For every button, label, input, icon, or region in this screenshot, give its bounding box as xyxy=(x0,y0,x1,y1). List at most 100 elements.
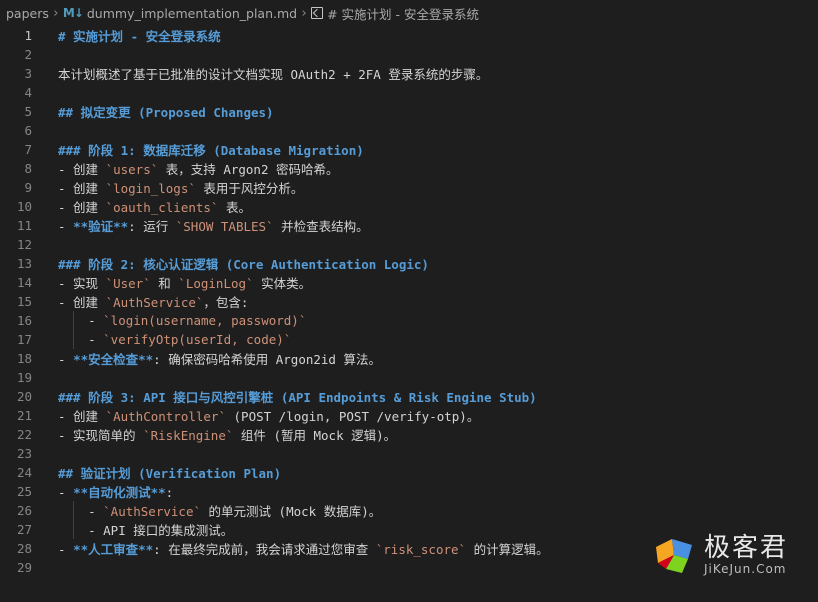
line-number: 26 xyxy=(16,503,32,518)
inline-code: `AuthController` xyxy=(105,409,226,424)
text-segment: - xyxy=(58,504,104,519)
editor-line[interactable]: 2 xyxy=(0,45,818,64)
editor-line[interactable]: 26 - `AuthService` 的单元测试 (Mock 数据库)。 xyxy=(0,501,818,520)
line-content: ## 验证计划 (Verification Plan) xyxy=(58,463,281,482)
text-segment: - 创建 xyxy=(58,200,106,215)
editor-line[interactable]: 4 xyxy=(0,83,818,102)
breadcrumb-folder[interactable]: papers xyxy=(0,6,49,21)
editor-line[interactable]: 22 - 实现简单的 `RiskEngine` 组件 (暂用 Mock 逻辑)。 xyxy=(0,425,818,444)
editor-line[interactable]: 20 ### 阶段 3: API 接口与风控引擎桩 (API Endpoints … xyxy=(0,387,818,406)
indent-guide xyxy=(73,311,74,349)
line-number: 9 xyxy=(24,180,32,195)
editor-line[interactable]: 24 ## 验证计划 (Verification Plan) xyxy=(0,463,818,482)
bold-text: **验证** xyxy=(73,219,129,234)
text-segment: (POST /login, POST /verify-otp)。 xyxy=(226,409,480,424)
editor-line[interactable]: 16 - `login(username, password)` xyxy=(0,311,818,330)
text-segment: 表，支持 Argon2 密码哈希。 xyxy=(158,162,339,177)
editor-line[interactable]: 21 - 创建 `AuthController` (POST /login, PO… xyxy=(0,406,818,425)
text-segment: 本计划概述了基于已批准的设计文档实现 OAuth2 + 2FA 登录系统的步骤。 xyxy=(58,67,489,82)
line-number: 6 xyxy=(24,123,32,138)
line-content: ## 拟定变更 (Proposed Changes) xyxy=(58,102,274,121)
text-segment: 并检查表结构。 xyxy=(273,219,369,234)
line-number: 5 xyxy=(24,104,32,119)
editor-line[interactable]: 19 xyxy=(0,368,818,387)
editor-line[interactable]: 15 - 创建 `AuthService`，包含: xyxy=(0,292,818,311)
line-number: 29 xyxy=(16,560,32,575)
text-segment: - 创建 xyxy=(58,181,106,196)
line-content: - `AuthService` 的单元测试 (Mock 数据库)。 xyxy=(58,501,381,520)
line-number: 27 xyxy=(16,522,32,537)
editor-line[interactable]: 9 - 创建 `login_logs` 表用于风控分析。 xyxy=(0,178,818,197)
editor-line[interactable]: 5 ## 拟定变更 (Proposed Changes) xyxy=(0,102,818,121)
text-segment: : 确保密码哈希使用 Argon2id 算法。 xyxy=(153,352,381,367)
editor-line[interactable]: 3 本计划概述了基于已批准的设计文档实现 OAuth2 + 2FA 登录系统的步骤… xyxy=(0,64,818,83)
text-segment: : 运行 xyxy=(128,219,176,234)
editor-line[interactable]: 8 - 创建 `users` 表，支持 Argon2 密码哈希。 xyxy=(0,159,818,178)
code-editor[interactable]: 1 # 实施计划 - 安全登录系统 2 3 本计划概述了基于已批准的设计文档实现 OAu… xyxy=(0,26,818,602)
line-content: - 实现简单的 `RiskEngine` 组件 (暂用 Mock 逻辑)。 xyxy=(58,425,396,444)
chevron-right-icon: › xyxy=(53,5,59,21)
editor-line[interactable]: 11 - **验证**: 运行 `SHOW TABLES` 并检查表结构。 xyxy=(0,216,818,235)
editor-line[interactable]: 13 ### 阶段 2: 核心认证逻辑 (Core Authentication … xyxy=(0,254,818,273)
editor-line[interactable]: 12 xyxy=(0,235,818,254)
text-segment: : xyxy=(165,485,174,500)
line-number: 14 xyxy=(16,275,32,290)
line-content: - 创建 `oauth_clients` 表。 xyxy=(58,197,251,216)
line-number: 19 xyxy=(16,370,32,385)
editor-line[interactable]: 7 ### 阶段 1: 数据库迁移 (Database Migration) xyxy=(0,140,818,159)
line-content: - **自动化测试**: xyxy=(58,482,173,501)
text-segment: - 创建 xyxy=(58,295,106,310)
editor-line[interactable]: 10 - 创建 `oauth_clients` 表。 xyxy=(0,197,818,216)
line-number: 7 xyxy=(24,142,32,157)
indent-guide xyxy=(73,501,74,539)
line-content: ### 阶段 3: API 接口与风控引擎桩 (API Endpoints & … xyxy=(58,387,537,406)
inline-code: `AuthService` xyxy=(105,295,204,310)
text-segment: - 创建 xyxy=(58,162,106,177)
text-segment: ，包含: xyxy=(203,295,249,310)
jikejun-logo-icon xyxy=(655,539,692,573)
text-segment: 组件 (暂用 Mock 逻辑)。 xyxy=(233,428,397,443)
editor-line[interactable]: 18 - **安全检查**: 确保密码哈希使用 Argon2id 算法。 xyxy=(0,349,818,368)
watermark-title: 极客君 xyxy=(703,533,788,563)
inline-code: `login_logs` xyxy=(105,181,196,196)
inline-code: `oauth_clients` xyxy=(105,200,219,215)
editor-line[interactable]: 14 - 实现 `User` 和 `LoginLog` 实体类。 xyxy=(0,273,818,292)
text-segment: - xyxy=(58,219,74,234)
text-segment: - 实现 xyxy=(58,276,106,291)
line-number: 8 xyxy=(24,161,32,176)
watermark: 极客君 JiKeJun.Com xyxy=(652,534,788,576)
line-number: 21 xyxy=(16,408,32,423)
line-content: ### 阶段 2: 核心认证逻辑 (Core Authentication Lo… xyxy=(58,254,429,273)
line-number: 28 xyxy=(16,541,32,556)
line-content: - API 接口的集成测试。 xyxy=(58,520,233,539)
line-number: 22 xyxy=(16,427,32,442)
editor-line[interactable]: 25 - **自动化测试**: xyxy=(0,482,818,501)
heading-symbol-icon xyxy=(311,7,324,19)
line-number: 25 xyxy=(16,484,32,499)
line-content: - **安全检查**: 确保密码哈希使用 Argon2id 算法。 xyxy=(58,349,381,368)
inline-code: `risk_score` xyxy=(375,542,467,557)
editor-line[interactable]: 17 - `verifyOtp(userId, code)` xyxy=(0,330,818,349)
line-number: 1 xyxy=(24,28,32,43)
line-content: - **验证**: 运行 `SHOW TABLES` 并检查表结构。 xyxy=(58,216,369,235)
line-number: 24 xyxy=(16,465,32,480)
editor-line[interactable]: 23 xyxy=(0,444,818,463)
breadcrumb-file[interactable]: dummy_implementation_plan.md xyxy=(87,6,297,21)
text-segment: - xyxy=(58,352,74,367)
breadcrumb-heading[interactable]: # 实施计划 - 安全登录系统 xyxy=(327,4,479,23)
line-content: - 实现 `User` 和 `LoginLog` 实体类。 xyxy=(58,273,311,292)
text-segment: - xyxy=(58,332,104,347)
bold-text: **自动化测试** xyxy=(73,485,166,500)
line-number: 2 xyxy=(24,47,32,62)
line-number: 17 xyxy=(16,332,32,347)
editor-line[interactable]: 6 xyxy=(0,121,818,140)
line-number: 12 xyxy=(16,237,32,252)
editor-line[interactable]: 1 # 实施计划 - 安全登录系统 xyxy=(0,26,818,45)
markdown-heading: ### 阶段 1: 数据库迁移 (Database Migration) xyxy=(58,143,364,158)
line-content: - 创建 `AuthController` (POST /login, POST… xyxy=(58,406,479,425)
line-number: 10 xyxy=(16,199,32,214)
text-segment: 实体类。 xyxy=(253,276,312,291)
markdown-file-icon: M↓ xyxy=(62,6,84,20)
bold-text: **人工审查** xyxy=(73,542,154,557)
text-segment: 和 xyxy=(150,276,179,291)
